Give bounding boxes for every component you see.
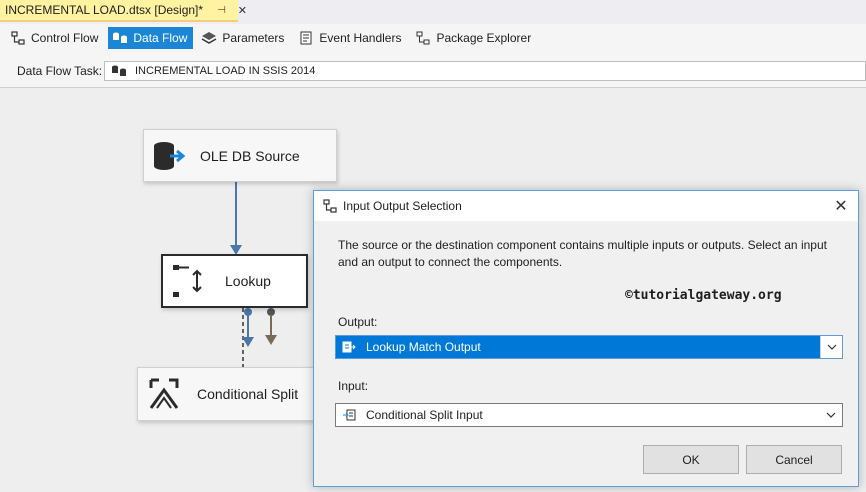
- dialog-title: Input Output Selection: [343, 199, 462, 213]
- dialog-description: The source or the destination component …: [338, 238, 827, 269]
- document-tab[interactable]: INCREMENTAL LOAD.dtsx [Design]* ⊣ ✕: [0, 0, 247, 22]
- data-flow-icon: [112, 30, 128, 46]
- control-flow-icon: [10, 30, 26, 46]
- input-label: Input:: [338, 379, 369, 393]
- conditional-split-node[interactable]: Conditional Split: [137, 367, 315, 421]
- document-tab-bar: INCREMENTAL LOAD.dtsx [Design]* ⊣ ✕: [0, 0, 866, 22]
- tab-label: Data Flow: [133, 31, 188, 45]
- tab-parameters[interactable]: Parameters: [197, 27, 290, 49]
- output-value: Lookup Match Output: [366, 340, 481, 354]
- output-icon: [342, 340, 356, 354]
- tab-label: Package Explorer: [436, 31, 532, 45]
- pin-icon[interactable]: ⊣: [217, 5, 226, 16]
- node-label: Lookup: [225, 273, 271, 289]
- conditional-split-icon: [147, 376, 181, 412]
- parameters-icon: [201, 30, 217, 46]
- data-flow-task-label: Data Flow Task:: [17, 64, 103, 78]
- dialog-title-bar[interactable]: Input Output Selection: [314, 191, 858, 221]
- tab-control-flow[interactable]: Control Flow: [6, 27, 104, 49]
- data-flow-task-icon: [111, 64, 127, 78]
- data-flow-task-bar: Data Flow Task: INCREMENTAL LOAD IN SSIS…: [0, 52, 866, 88]
- tab-event-handlers[interactable]: Event Handlers: [294, 27, 407, 49]
- package-explorer-icon: [415, 30, 431, 46]
- lookup-node[interactable]: Lookup: [161, 254, 308, 308]
- chevron-down-icon[interactable]: [820, 404, 842, 426]
- input-output-selection-dialog: Input Output Selection ✕ The source or t…: [313, 190, 859, 487]
- chevron-down-icon[interactable]: [820, 336, 842, 358]
- document-tab-title: INCREMENTAL LOAD.dtsx [Design]*: [5, 3, 204, 17]
- output-select[interactable]: Lookup Match Output: [335, 335, 843, 359]
- input-value: Conditional Split Input: [366, 408, 483, 422]
- ole-db-source-node[interactable]: OLE DB Source: [143, 129, 337, 182]
- data-flow-task-select[interactable]: INCREMENTAL LOAD IN SSIS 2014: [104, 61, 866, 81]
- cancel-button[interactable]: Cancel: [746, 445, 842, 474]
- input-select[interactable]: Conditional Split Input: [335, 403, 843, 427]
- designer-tab-strip: Control Flow Data Flow Parameters Event …: [0, 24, 866, 52]
- watermark: ©tutorialgateway.org: [625, 288, 782, 303]
- tab-package-explorer[interactable]: Package Explorer: [411, 27, 537, 49]
- output-label: Output:: [338, 315, 378, 329]
- node-label: Conditional Split: [197, 386, 299, 402]
- close-icon[interactable]: ✕: [832, 197, 850, 215]
- lookup-icon: [171, 263, 205, 299]
- dialog-icon: [323, 199, 337, 213]
- data-flow-task-value: INCREMENTAL LOAD IN SSIS 2014: [135, 65, 316, 77]
- tab-data-flow[interactable]: Data Flow: [108, 27, 194, 49]
- tab-label: Event Handlers: [319, 31, 402, 45]
- database-source-icon: [152, 140, 186, 172]
- tab-label: Control Flow: [31, 31, 99, 45]
- input-icon: [342, 408, 356, 422]
- ok-button[interactable]: OK: [643, 445, 739, 474]
- node-label: OLE DB Source: [200, 147, 300, 164]
- tab-label: Parameters: [222, 31, 285, 45]
- event-handlers-icon: [298, 30, 314, 46]
- close-icon[interactable]: ✕: [238, 4, 247, 17]
